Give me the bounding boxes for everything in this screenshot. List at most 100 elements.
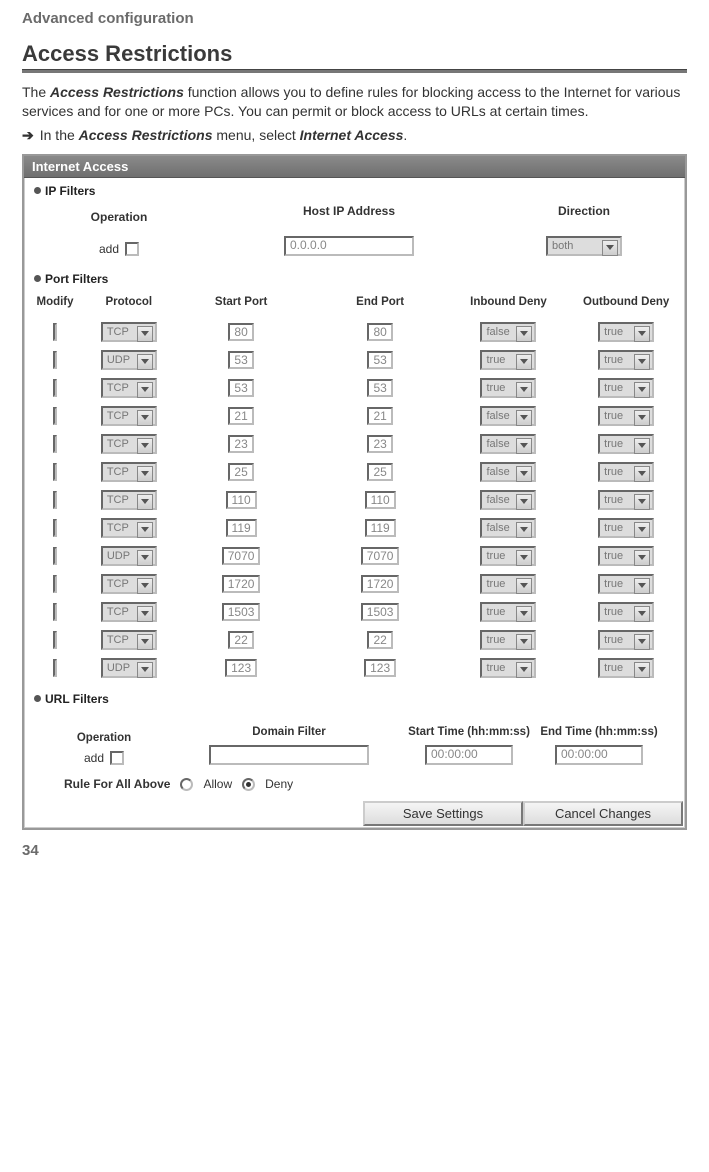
start-port-input[interactable]: 53 [228, 351, 253, 369]
inbound-deny-select[interactable]: false [480, 406, 536, 426]
outbound-deny-select[interactable]: true [598, 602, 654, 622]
arrow-icon: ➔ [22, 127, 34, 144]
outbound-deny-select[interactable]: true [598, 518, 654, 538]
outbound-deny-select[interactable]: true [598, 490, 654, 510]
modify-checkbox[interactable] [53, 379, 57, 397]
protocol-select[interactable]: TCP [101, 574, 157, 594]
inbound-deny-select[interactable]: false [480, 490, 536, 510]
outbound-deny-select[interactable]: true [598, 350, 654, 370]
end-port-input[interactable]: 23 [367, 435, 392, 453]
table-row: TCP 25 25 false true [24, 458, 685, 486]
protocol-select[interactable]: TCP [101, 630, 157, 650]
modify-checkbox[interactable] [53, 323, 57, 341]
modify-checkbox[interactable] [53, 547, 57, 565]
end-port-input[interactable]: 53 [367, 379, 392, 397]
end-port-input[interactable]: 80 [367, 323, 392, 341]
start-port-input[interactable]: 119 [226, 519, 257, 537]
protocol-select[interactable]: TCP [101, 406, 157, 426]
protocol-select[interactable]: TCP [101, 434, 157, 454]
rule-deny-radio[interactable] [242, 778, 255, 791]
protocol-select[interactable]: TCP [101, 378, 157, 398]
end-port-input[interactable]: 1503 [361, 603, 400, 621]
inbound-deny-select[interactable]: false [480, 434, 536, 454]
outbound-deny-select[interactable]: true [598, 434, 654, 454]
outbound-deny-select[interactable]: true [598, 378, 654, 398]
modify-checkbox[interactable] [53, 435, 57, 453]
protocol-select[interactable]: TCP [101, 602, 157, 622]
end-port-input[interactable]: 1720 [361, 575, 400, 593]
inbound-deny-select[interactable]: true [480, 630, 536, 650]
modify-checkbox[interactable] [53, 519, 57, 537]
modify-checkbox[interactable] [53, 463, 57, 481]
modify-checkbox[interactable] [53, 603, 57, 621]
outbound-deny-select[interactable]: true [598, 462, 654, 482]
protocol-select[interactable]: TCP [101, 462, 157, 482]
start-port-input[interactable]: 21 [228, 407, 253, 425]
start-port-input[interactable]: 1503 [222, 603, 261, 621]
protocol-select[interactable]: TCP [101, 518, 157, 538]
rule-allow-radio[interactable] [180, 778, 193, 791]
modify-checkbox[interactable] [53, 631, 57, 649]
protocol-select[interactable]: TCP [101, 490, 157, 510]
inbound-deny-select[interactable]: true [480, 658, 536, 678]
end-port-input[interactable]: 119 [365, 519, 396, 537]
url-start-time-input[interactable]: 00:00:00 [425, 745, 513, 765]
start-port-input[interactable]: 80 [228, 323, 253, 341]
outbound-deny-select[interactable]: true [598, 322, 654, 342]
end-port-input[interactable]: 22 [367, 631, 392, 649]
inbound-deny-select[interactable]: true [480, 574, 536, 594]
inbound-deny-select[interactable]: false [480, 322, 536, 342]
cancel-changes-button[interactable]: Cancel Changes [523, 801, 683, 826]
end-port-input[interactable]: 110 [365, 491, 396, 509]
modify-checkbox[interactable] [53, 351, 57, 369]
table-row: TCP 110 110 false true [24, 486, 685, 514]
step-pre: In the [40, 127, 79, 143]
th-protocol: Protocol [86, 288, 172, 318]
outbound-deny-select[interactable]: true [598, 406, 654, 426]
start-port-input[interactable]: 1720 [222, 575, 261, 593]
table-row: UDP 123 123 true true [24, 654, 685, 682]
step-mid: menu, select [213, 127, 300, 143]
url-end-time-input[interactable]: 00:00:00 [555, 745, 643, 765]
outbound-deny-select[interactable]: true [598, 546, 654, 566]
outbound-deny-select[interactable]: true [598, 574, 654, 594]
start-port-input[interactable]: 23 [228, 435, 253, 453]
end-port-input[interactable]: 25 [367, 463, 392, 481]
step-line: ➔ In the Access Restrictions menu, selec… [22, 127, 687, 144]
end-port-input[interactable]: 7070 [361, 547, 400, 565]
outbound-deny-select[interactable]: true [598, 658, 654, 678]
start-port-input[interactable]: 22 [228, 631, 253, 649]
ip-host-input[interactable]: 0.0.0.0 [284, 236, 414, 256]
inbound-deny-select[interactable]: true [480, 378, 536, 398]
inbound-deny-select[interactable]: true [480, 350, 536, 370]
url-add-checkbox[interactable] [110, 751, 124, 765]
start-port-input[interactable]: 25 [228, 463, 253, 481]
ip-add-checkbox[interactable] [125, 242, 139, 256]
url-col-end: End Time (hh:mm:ss) [540, 726, 657, 740]
end-port-input[interactable]: 21 [367, 407, 392, 425]
end-port-input[interactable]: 53 [367, 351, 392, 369]
inbound-deny-select[interactable]: false [480, 462, 536, 482]
outbound-deny-select[interactable]: true [598, 630, 654, 650]
protocol-select[interactable]: UDP [101, 350, 157, 370]
inbound-deny-select[interactable]: false [480, 518, 536, 538]
protocol-select[interactable]: UDP [101, 546, 157, 566]
modify-checkbox[interactable] [53, 491, 57, 509]
end-port-input[interactable]: 123 [364, 659, 396, 677]
table-row: TCP 1503 1503 true true [24, 598, 685, 626]
save-settings-button[interactable]: Save Settings [363, 801, 523, 826]
modify-checkbox[interactable] [53, 407, 57, 425]
inbound-deny-select[interactable]: true [480, 546, 536, 566]
start-port-input[interactable]: 53 [228, 379, 253, 397]
ip-direction-select[interactable]: both [546, 236, 622, 256]
start-port-input[interactable]: 123 [225, 659, 257, 677]
start-port-input[interactable]: 7070 [222, 547, 261, 565]
inbound-deny-select[interactable]: true [480, 602, 536, 622]
protocol-select[interactable]: TCP [101, 322, 157, 342]
modify-checkbox[interactable] [53, 575, 57, 593]
start-port-input[interactable]: 110 [226, 491, 257, 509]
url-domain-input[interactable] [209, 745, 369, 765]
modify-checkbox[interactable] [53, 659, 57, 677]
ip-filters-label: IP Filters [45, 184, 95, 198]
protocol-select[interactable]: UDP [101, 658, 157, 678]
